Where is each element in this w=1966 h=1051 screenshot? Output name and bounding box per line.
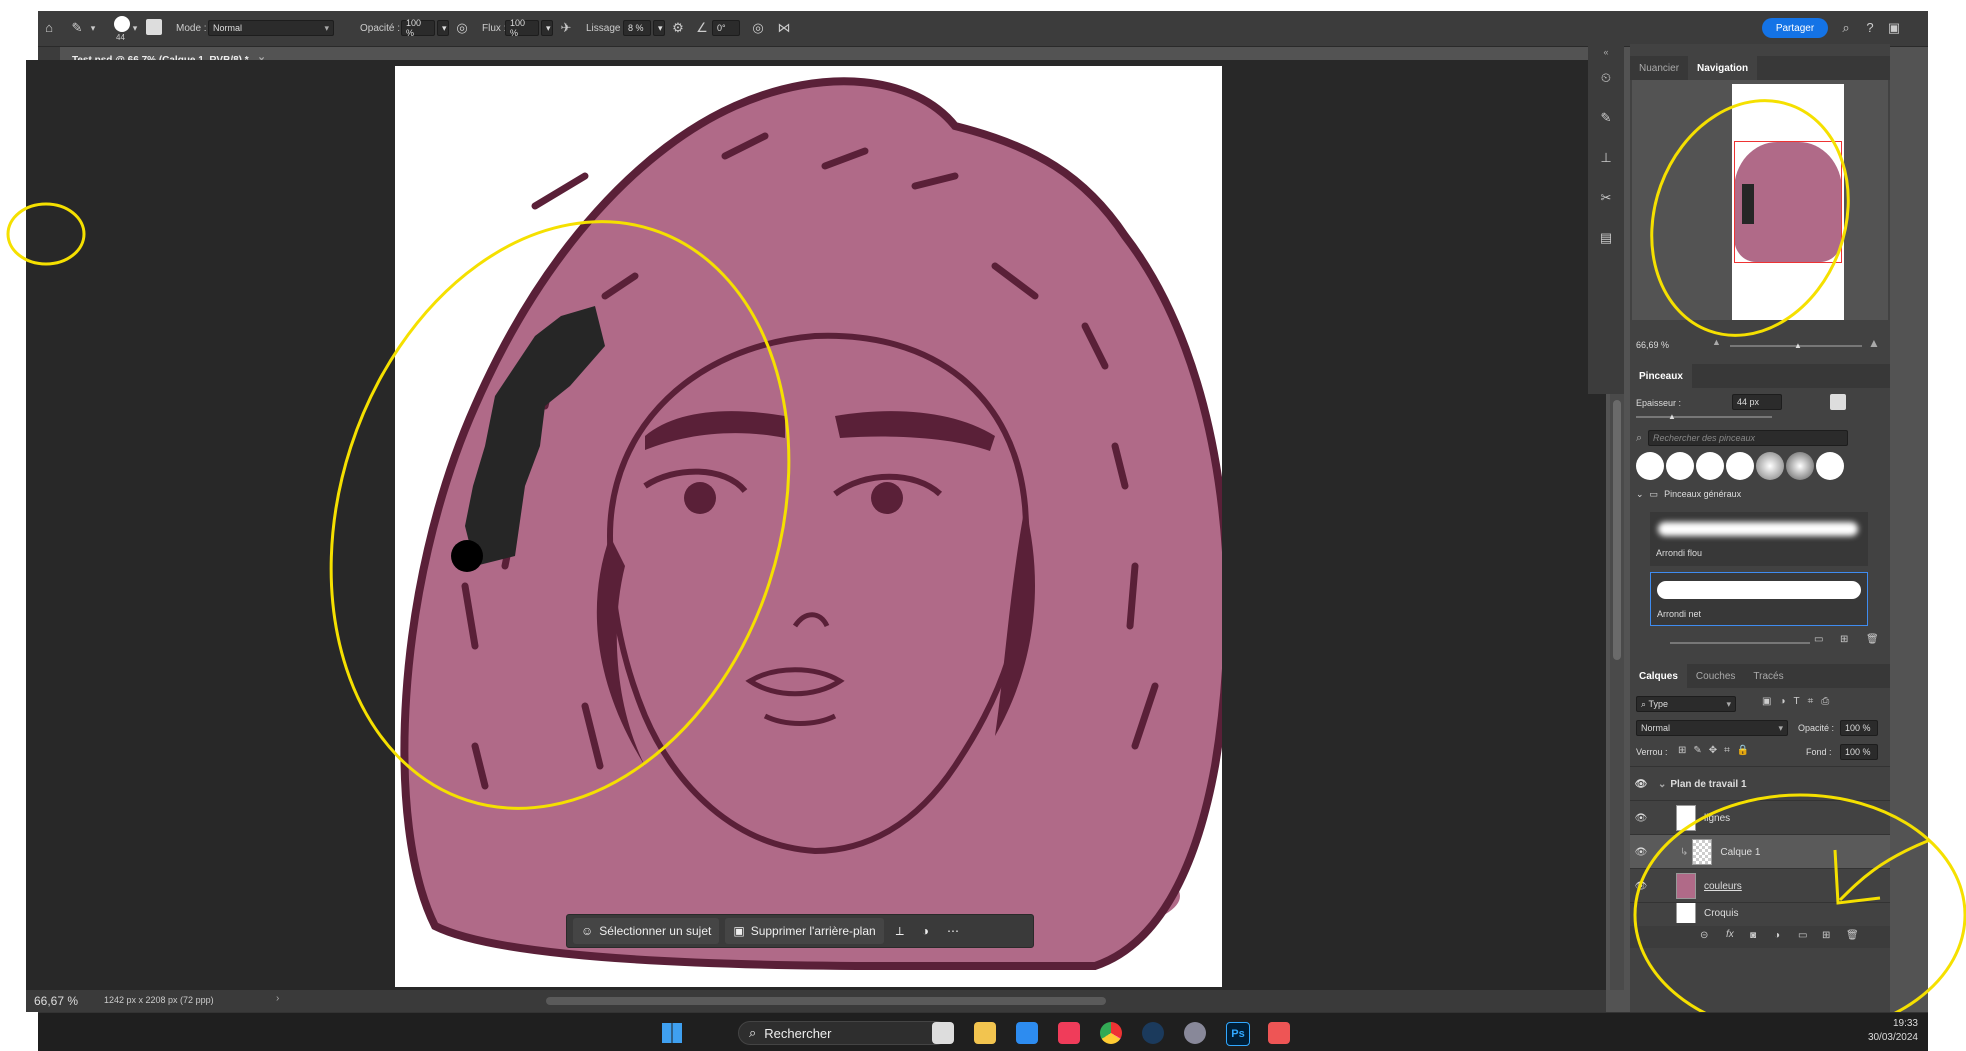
taskbar-search-label: Rechercher (764, 1025, 832, 1041)
windows-taskbar: ⌕ Rechercher Ps 19:33 30/03/2024 (38, 1012, 1928, 1051)
music-icon[interactable] (1058, 1022, 1080, 1044)
task-view-icon[interactable] (932, 1022, 954, 1044)
annotation-circle-stroke (329, 220, 791, 810)
app-icon[interactable] (1268, 1022, 1290, 1044)
steam-icon[interactable] (1142, 1022, 1164, 1044)
chrome-icon[interactable] (1100, 1022, 1122, 1044)
annotation-circle-navigator (1650, 99, 1850, 337)
annotation-overlay (6, 99, 1966, 1037)
search-icon: ⌕ (749, 1025, 757, 1040)
taskbar-search[interactable]: ⌕ Rechercher (738, 1021, 948, 1045)
clock-time[interactable]: 19:33 (1858, 1018, 1918, 1029)
file-explorer-icon[interactable] (974, 1022, 996, 1044)
mail-icon[interactable] (1016, 1022, 1038, 1044)
settings-icon[interactable] (1184, 1022, 1206, 1044)
windows-start-icon[interactable] (662, 1023, 682, 1043)
annotation-circle-layers (1633, 793, 1966, 1037)
annotation-circle-brush (6, 202, 86, 266)
photoshop-icon[interactable]: Ps (1226, 1022, 1250, 1046)
annotation-arrow (1833, 838, 1931, 905)
clock-date[interactable]: 30/03/2024 (1858, 1032, 1918, 1043)
